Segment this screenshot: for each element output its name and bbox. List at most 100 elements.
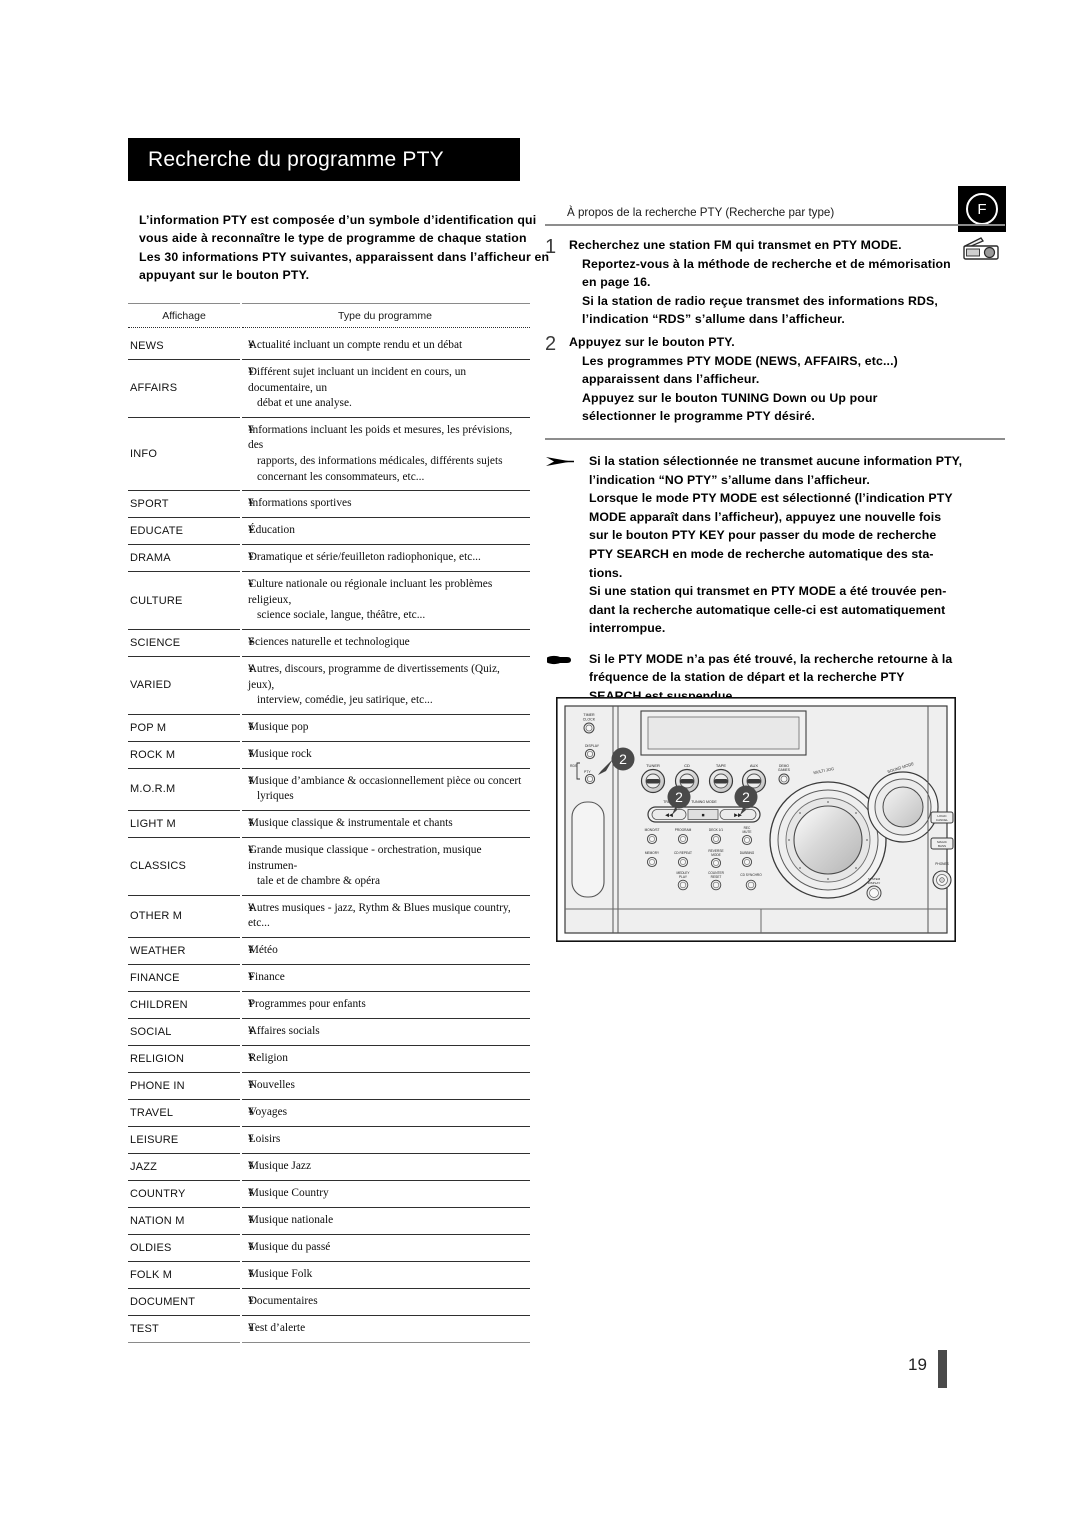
intro-line: Les 30 informations PTY suivantes, appar… bbox=[139, 249, 550, 264]
step-1-number: 1 bbox=[545, 236, 557, 258]
step-line: Recherchez une station FM qui transmet e… bbox=[569, 238, 902, 252]
svg-text:MUTE: MUTE bbox=[742, 830, 751, 834]
note-line: MODE apparaît dans l’afficheur), appuyez… bbox=[589, 509, 942, 524]
description-line: concernant les consommateurs, etc... bbox=[257, 470, 425, 483]
description-line: Musique Country bbox=[248, 1186, 329, 1199]
note-line: Si le PTY MODE n’a pas été trouvé, la re… bbox=[589, 651, 953, 666]
table-cell-program-description: ¥Météo bbox=[240, 938, 530, 964]
table-cell-display-code: LEISURE bbox=[130, 1133, 179, 1146]
step-line: Les programmes PTY MODE (NEWS, AFFAIRS, … bbox=[582, 353, 898, 368]
table-row: LEISURE ¥Loisirs bbox=[128, 1127, 530, 1154]
table-row: CHILDREN ¥Programmes pour enfants bbox=[128, 992, 530, 1019]
table-cell-program-description: ¥Musique Country bbox=[240, 1181, 530, 1207]
table-cell-program-description: ¥Affaires socials bbox=[240, 1019, 530, 1045]
table-cell-program-description: ¥Dramatique et série/feuilleton radiopho… bbox=[240, 545, 530, 571]
description-line: Loisirs bbox=[248, 1132, 281, 1145]
table-row: NATION M ¥Musique nationale bbox=[128, 1208, 530, 1235]
note-line: Si une station qui transmet en PTY MODE … bbox=[589, 584, 947, 599]
table-body: NEWS ¥Actualité incluant un compte rendu … bbox=[128, 333, 530, 1343]
table-cell-display-code: JAZZ bbox=[130, 1160, 158, 1173]
svg-text:TUNER: TUNER bbox=[646, 763, 660, 768]
table-row: SPORT ¥Informations sportives bbox=[128, 491, 530, 519]
step-line: sélectionner le programme PTY désiré. bbox=[582, 409, 815, 424]
table-row: JAZZ ¥Musique Jazz bbox=[128, 1154, 530, 1181]
table-cell-program-description: ¥Autres, discours, programme de divertis… bbox=[240, 657, 530, 714]
table-row: CLASSICS ¥Grande musique classique - orch… bbox=[128, 838, 530, 896]
page-title: Recherche du programme PTY bbox=[148, 147, 444, 171]
note-line: interrompue. bbox=[589, 621, 666, 636]
svg-text:CLOCK: CLOCK bbox=[583, 718, 596, 722]
svg-text:DUBBING: DUBBING bbox=[740, 851, 755, 855]
table-cell-display-code: M.O.R.M bbox=[130, 783, 176, 796]
step-line: en page 16. bbox=[582, 275, 651, 290]
divider-rule bbox=[545, 437, 1005, 440]
table-cell-program-description: ¥Différent sujet incluant un incident en… bbox=[240, 360, 530, 417]
description-line: Dramatique et série/feuilleton radiophon… bbox=[248, 551, 481, 564]
table-cell-program-description: ¥Nouvelles bbox=[240, 1073, 530, 1099]
table-row: FOLK M ¥Musique Folk bbox=[128, 1262, 530, 1289]
manual-page: Recherche du programme PTY L’information… bbox=[0, 0, 1080, 1528]
svg-text:DISPLAY: DISPLAY bbox=[868, 881, 880, 885]
table-row: AFFAIRS ¥Différent sujet incluant un inci… bbox=[128, 360, 530, 418]
description-line: Test d’alerte bbox=[248, 1321, 306, 1334]
table-cell-display-code: CHILDREN bbox=[130, 998, 188, 1011]
step-2-body: Appuyez sur le bouton PTY. Les programme… bbox=[569, 333, 1005, 426]
table-cell-program-description: ¥Finance bbox=[240, 965, 530, 991]
table-row: SOCIAL ¥Affaires socials bbox=[128, 1019, 530, 1046]
svg-text:2: 2 bbox=[675, 789, 683, 805]
description-line: Informations incluant les poids et mesur… bbox=[248, 423, 513, 452]
table-cell-program-description: ¥Programmes pour enfants bbox=[240, 992, 530, 1018]
table-row: LIGHT M ¥Musique classique & instrumental… bbox=[128, 811, 530, 838]
table-row: SCIENCE ¥Sciences naturelle et technologi… bbox=[128, 630, 530, 657]
table-cell-program-description: ¥Grande musique classique - orchestratio… bbox=[240, 838, 530, 895]
right-column: À propos de la recherche PTY (Recherche … bbox=[545, 206, 1005, 706]
step-line: Appuyez sur le bouton TUNING Down ou Up … bbox=[582, 390, 878, 405]
svg-text:TIMER: TIMER bbox=[583, 713, 595, 717]
table-cell-program-description: ¥Musique Jazz bbox=[240, 1154, 530, 1180]
table-cell-program-description: ¥Informations sportives bbox=[240, 491, 530, 517]
description-line: Religion bbox=[248, 1051, 288, 1064]
description-line: lyriques bbox=[257, 790, 294, 803]
description-line: Sciences naturelle et technologique bbox=[248, 635, 410, 648]
table-cell-program-description: ¥Éducation bbox=[240, 518, 530, 544]
svg-text:CD: CD bbox=[684, 763, 690, 768]
table-cell-display-code: VARIED bbox=[130, 679, 172, 692]
table-column-separator bbox=[240, 303, 242, 1343]
table-cell-display-code: OTHER M bbox=[130, 910, 183, 923]
note-line: PTY SEARCH en mode de recherche automati… bbox=[589, 546, 934, 561]
table-row: INFO ¥Informations incluant les poids et … bbox=[128, 418, 530, 492]
note-line: sur le bouton PTY KEY pour passer du mod… bbox=[589, 528, 937, 543]
svg-text:MODE: MODE bbox=[711, 853, 721, 857]
description-line: Musique pop bbox=[248, 720, 309, 733]
description-line: tale et de chambre & opéra bbox=[257, 875, 381, 888]
intro-line: vous aide à reconnaître le type de progr… bbox=[139, 231, 527, 246]
note-line: fréquence de la station de départ et la … bbox=[589, 670, 905, 685]
table-row: POP M ¥Musique pop bbox=[128, 715, 530, 742]
table-cell-program-description: ¥Sciences naturelle et technologique bbox=[240, 630, 530, 656]
description-line: Grande musique classique - orchestration… bbox=[248, 843, 482, 872]
table-cell-display-code: NATION M bbox=[130, 1214, 185, 1227]
description-line: Actualité incluant un compte rendu et un… bbox=[248, 339, 463, 351]
table-cell-program-description: ¥Musique rock bbox=[240, 742, 530, 768]
table-cell-display-code: TRAVEL bbox=[130, 1106, 174, 1119]
description-line: Musique d’ambiance & occasionnellement p… bbox=[248, 774, 522, 787]
dotted-rule-right bbox=[242, 327, 530, 328]
svg-text:2: 2 bbox=[619, 751, 627, 767]
table-cell-program-description: ¥Musique d’ambiance & occasionnellement … bbox=[240, 769, 530, 810]
description-line: Musique Jazz bbox=[248, 1159, 312, 1172]
table-row: TRAVEL ¥Voyages bbox=[128, 1100, 530, 1127]
intro-paragraph: L’information PTY est composée d’un symb… bbox=[139, 211, 579, 284]
description-line: Météo bbox=[248, 943, 278, 956]
table-row: ROCK M ¥Musique rock bbox=[128, 742, 530, 769]
table-cell-display-code: TEST bbox=[130, 1322, 159, 1335]
table-cell-display-code: DRAMA bbox=[130, 552, 171, 565]
svg-text:CD REPEAT: CD REPEAT bbox=[674, 851, 692, 855]
table-cell-display-code: NEWS bbox=[130, 340, 164, 352]
table-row: FINANCE ¥Finance bbox=[128, 965, 530, 992]
table-cell-program-description: ¥Musique du passé bbox=[240, 1235, 530, 1261]
table-cell-program-description: ¥Religion bbox=[240, 1046, 530, 1072]
table-row: RELIGION ¥Religion bbox=[128, 1046, 530, 1073]
description-line: Programmes pour enfants bbox=[248, 997, 366, 1010]
table-cell-display-code: FINANCE bbox=[130, 971, 180, 984]
note-line: l’indication “NO PTY” s’allume dans l’af… bbox=[589, 472, 870, 487]
